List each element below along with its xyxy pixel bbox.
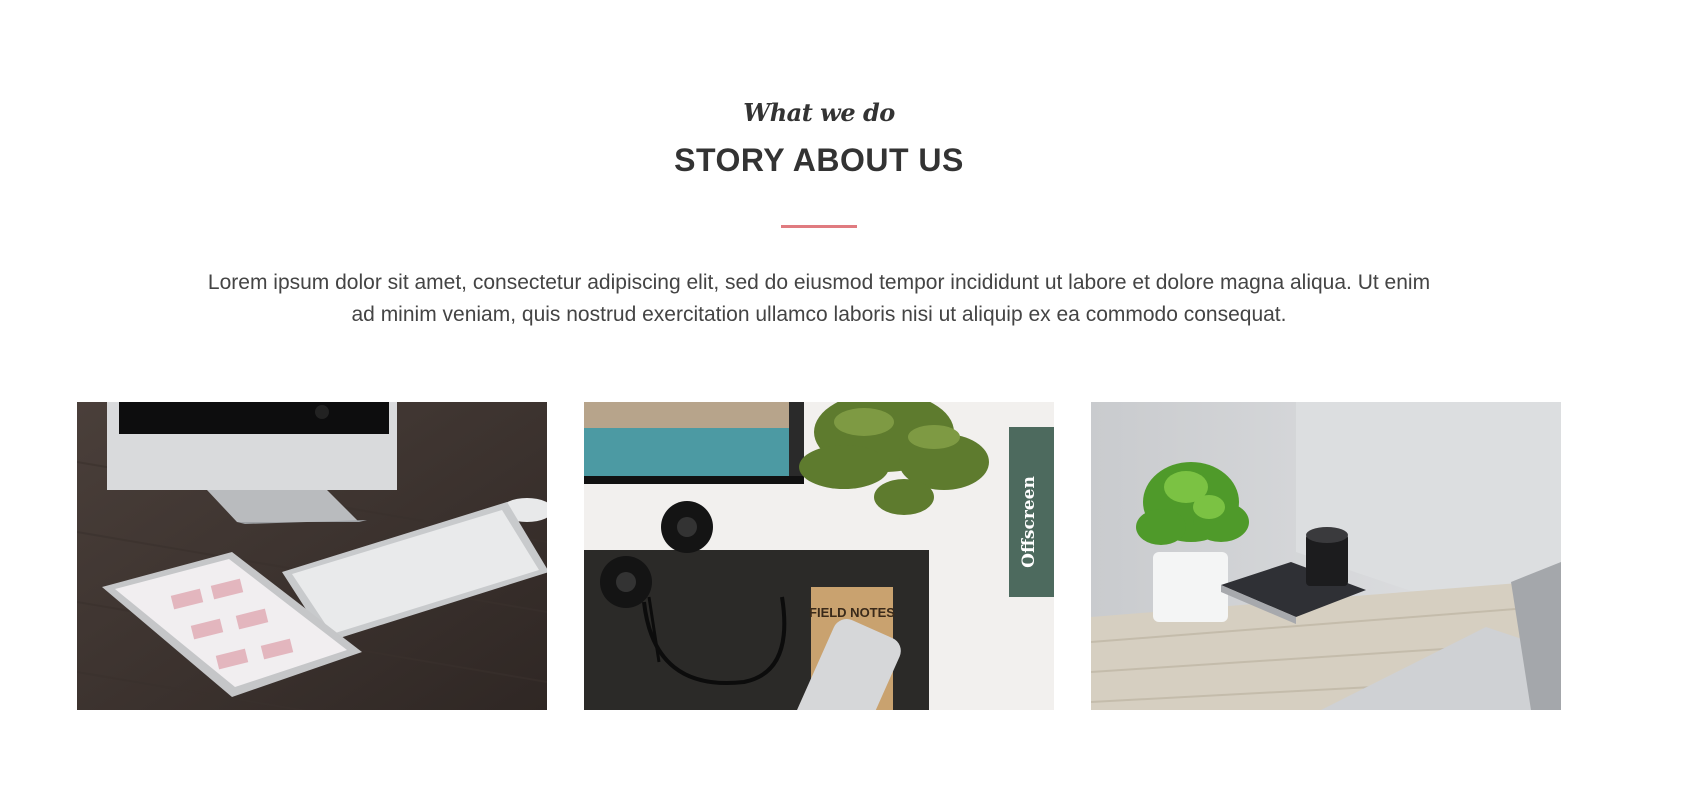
desk-imac-photo (77, 402, 547, 710)
gallery-image-plant-camera[interactable] (1091, 402, 1561, 710)
gallery-image-desk-imac[interactable] (77, 402, 547, 710)
book-spine-text: Offscreen (1019, 476, 1039, 568)
notebook-text: FIELD NOTES (809, 605, 895, 620)
section-description: Lorem ipsum dolor sit amet, consectetur … (207, 271, 1431, 326)
story-about-us-section: What we do STORY ABOUT US Lorem ipsum do… (0, 0, 1695, 807)
section-eyebrow: What we do (743, 98, 895, 127)
title-divider (781, 225, 857, 228)
section-title: STORY ABOUT US (674, 142, 964, 178)
plant-camera-photo (1091, 402, 1561, 710)
gallery-image-headphones-plant[interactable]: Offscreen FIELD NOTES (584, 402, 1054, 710)
headphones-plant-photo: Offscreen FIELD NOTES (584, 402, 1054, 710)
